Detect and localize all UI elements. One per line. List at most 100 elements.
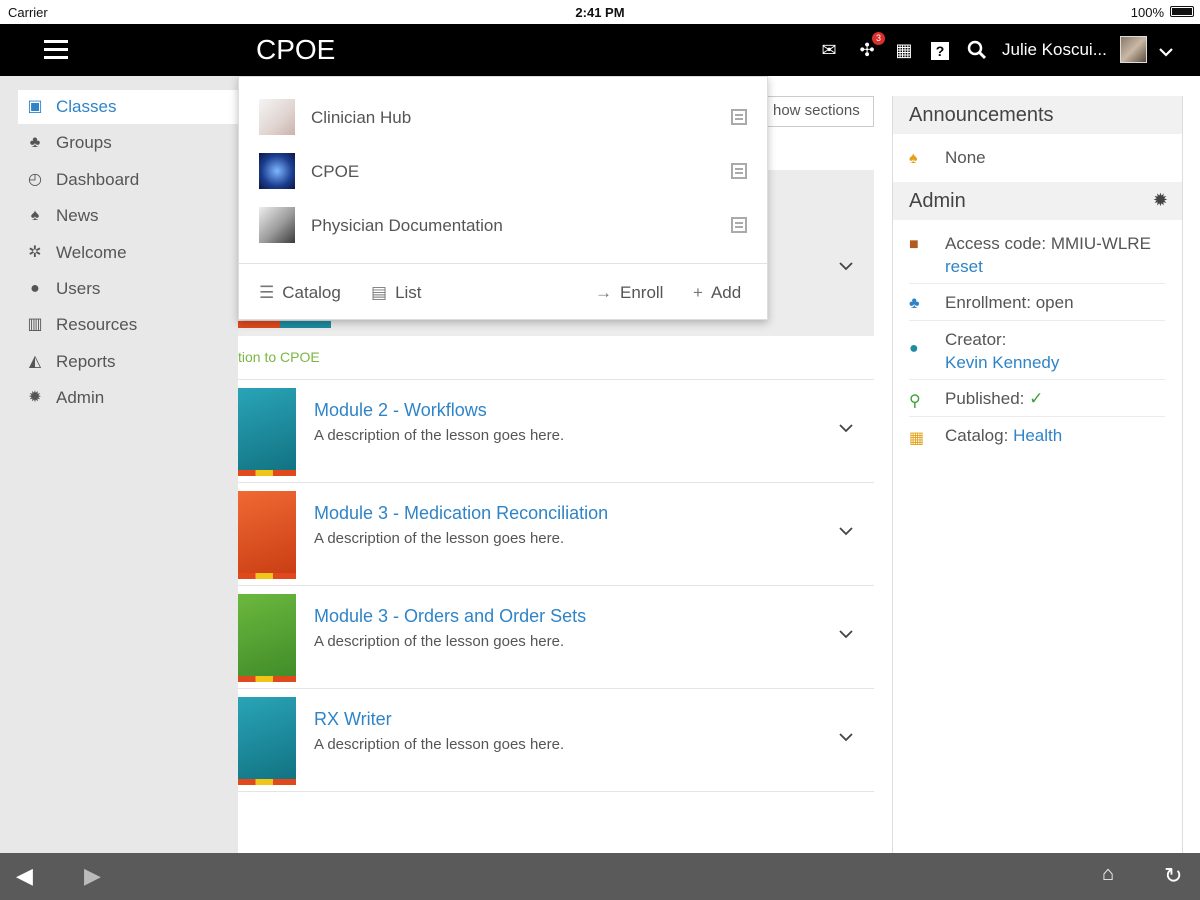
grid-icon[interactable]: ▦ (892, 38, 916, 62)
sidebar-item-groups[interactable]: ♣ Groups (18, 126, 238, 160)
sidebar-item-label: Reports (56, 352, 116, 371)
notification-badge: 3 (872, 32, 885, 45)
book-icon: ▣ (27, 98, 43, 115)
catalog-label: Catalog (282, 283, 341, 302)
creator-link[interactable]: Kevin Kennedy (945, 353, 1059, 372)
module-description: A description of the lesson goes here. (314, 736, 565, 753)
refresh-icon[interactable]: ↻ (1164, 863, 1182, 889)
access-code-row: ■ Access code: MMIU-WLRE reset (909, 232, 1165, 284)
arrow-right-icon: → (595, 283, 612, 302)
browser-toolbar: ◀ ▶ ⌂ ↻ (0, 853, 1200, 900)
document-icon[interactable] (731, 217, 747, 233)
enrollment-row: ♣ Enrollment: open (909, 291, 1165, 321)
module-title[interactable]: Module 2 - Workflows (314, 400, 487, 421)
bell-icon: ♠ (30, 207, 40, 224)
divider (239, 263, 767, 264)
document-icon[interactable] (731, 163, 747, 179)
document-icon[interactable] (731, 109, 747, 125)
battery-percent: 100% (1130, 5, 1164, 20)
enroll-button[interactable]: → Enroll (595, 283, 663, 303)
sidebar-item-dashboard[interactable]: ◴ Dashboard (18, 163, 238, 197)
add-label: Add (710, 283, 742, 302)
announcements-heading: Announcements (893, 96, 1182, 134)
chevron-down-icon[interactable] (838, 258, 854, 279)
module-description: A description of the lesson goes here. (314, 427, 565, 444)
enrollment-status: Enrollment: open (945, 293, 1074, 312)
show-sections-button[interactable]: how sections (764, 96, 874, 127)
module-title[interactable]: Module 3 - Orders and Order Sets (314, 606, 586, 627)
sidebar-item-users[interactable]: ● Users (18, 272, 238, 306)
dropdown-item-physician-documentation[interactable]: Physician Documentation (239, 197, 767, 249)
gear-icon: ✹ (28, 389, 42, 406)
list-lines-icon: ☰ (259, 283, 275, 302)
class-thumbnail (259, 99, 295, 135)
notifications-icon[interactable]: ✣ 3 (855, 32, 885, 62)
sidebar-item-resources[interactable]: ▥ Resources (18, 308, 238, 342)
forward-icon[interactable]: ▶ (84, 863, 101, 889)
module-title[interactable]: RX Writer (314, 709, 392, 730)
avatar[interactable] (1120, 36, 1147, 63)
resources-icon: ▥ (27, 316, 43, 333)
menu-icon[interactable] (44, 40, 68, 60)
list-item[interactable]: Module 3 - Medication Reconciliation A d… (238, 482, 874, 585)
catalog-button[interactable]: ☰ Catalog (259, 283, 341, 303)
sidebar: ▣ Classes ♣ Groups ◴ Dashboard ♠ News ✲ … (0, 76, 238, 853)
sidebar-item-admin[interactable]: ✹ Admin (18, 381, 238, 415)
sidebar-item-reports[interactable]: ◭ Reports (18, 345, 238, 379)
home-icon[interactable]: ⌂ (1102, 863, 1114, 886)
catalog-row: ▦ Catalog: Health (909, 424, 1165, 454)
lock-icon: ■ (909, 236, 919, 253)
module-thumbnail (238, 491, 296, 579)
bell-icon: ♠ (909, 150, 918, 167)
chevron-down-icon[interactable] (838, 729, 854, 750)
search-icon[interactable] (965, 38, 989, 62)
class-switcher-dropdown: Clinician Hub CPOE Physician Documentati… (238, 76, 768, 320)
sidebar-item-label: Dashboard (56, 170, 140, 189)
sidebar-item-news[interactable]: ♠ News (18, 199, 238, 233)
chevron-down-icon[interactable] (1158, 38, 1174, 65)
user-name[interactable]: Julie Koscui... (1002, 40, 1107, 60)
class-thumbnail (259, 207, 295, 243)
list-item[interactable]: RX Writer A description of the lesson go… (238, 688, 874, 791)
list-button[interactable]: ▤ List (371, 283, 422, 303)
creator-row: ● Creator: Kevin Kennedy (909, 328, 1165, 380)
announcement-row: ♠ None (909, 146, 1165, 170)
dropdown-item-label: CPOE (311, 162, 360, 181)
reset-link[interactable]: reset (945, 257, 983, 276)
sidebar-item-classes[interactable]: ▣ Classes (18, 90, 238, 124)
admin-heading: Admin ✹ (893, 182, 1182, 220)
sidebar-item-welcome[interactable]: ✲ Welcome (18, 236, 238, 270)
module-thumbnail (238, 697, 296, 785)
dropdown-item-cpoe[interactable]: CPOE (239, 143, 767, 195)
announcement-value: None (945, 148, 986, 167)
module-title[interactable]: Module 3 - Medication Reconciliation (314, 503, 608, 524)
groups-icon: ♣ (29, 134, 41, 151)
admin-heading-label: Admin (909, 190, 966, 212)
intro-link[interactable]: tion to CPOE (238, 349, 320, 365)
catalog-grid-icon: ▦ (909, 430, 925, 447)
add-button[interactable]: + Add (693, 283, 741, 303)
chevron-down-icon[interactable] (838, 626, 854, 647)
enroll-label: Enroll (620, 283, 664, 302)
battery-icon (1170, 6, 1194, 17)
chevron-down-icon[interactable] (838, 523, 854, 544)
mail-icon[interactable]: ✉ (817, 38, 841, 62)
dropdown-item-label: Physician Documentation (311, 216, 503, 235)
chevron-down-icon[interactable] (838, 420, 854, 441)
sidebar-item-label: Welcome (56, 243, 127, 262)
list-item[interactable]: Module 3 - Orders and Order Sets A descr… (238, 585, 874, 688)
clock: 2:41 PM (575, 5, 625, 20)
dropdown-item-label: Clinician Hub (311, 108, 412, 127)
list-item[interactable]: Module 2 - Workflows A description of th… (238, 379, 874, 482)
app-header: CPOE ✉ ✣ 3 ▦ ? Julie Koscui... (0, 24, 1200, 76)
page-title[interactable]: CPOE (256, 34, 335, 66)
help-icon[interactable]: ? (928, 38, 952, 62)
gear-icon[interactable]: ✹ (1153, 190, 1168, 211)
published-label: Published: (945, 389, 1025, 408)
list-icon: ▤ (371, 283, 388, 302)
search-icon: ⚲ (909, 393, 921, 410)
right-panel: Announcements ♠ None Admin ✹ ■ Access co… (892, 96, 1183, 853)
dropdown-item-clinician-hub[interactable]: Clinician Hub (239, 89, 767, 141)
back-icon[interactable]: ◀ (16, 863, 33, 889)
catalog-link[interactable]: Health (1013, 426, 1062, 445)
